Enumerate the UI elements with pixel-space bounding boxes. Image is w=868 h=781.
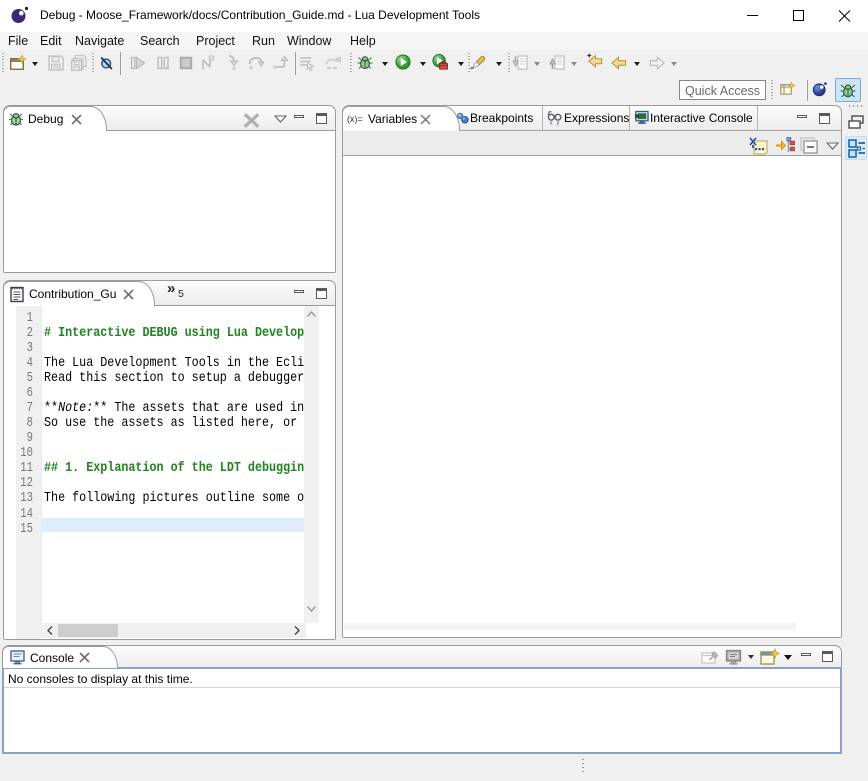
svg-text:y: y: [557, 121, 560, 127]
svg-text:x: x: [550, 121, 553, 127]
